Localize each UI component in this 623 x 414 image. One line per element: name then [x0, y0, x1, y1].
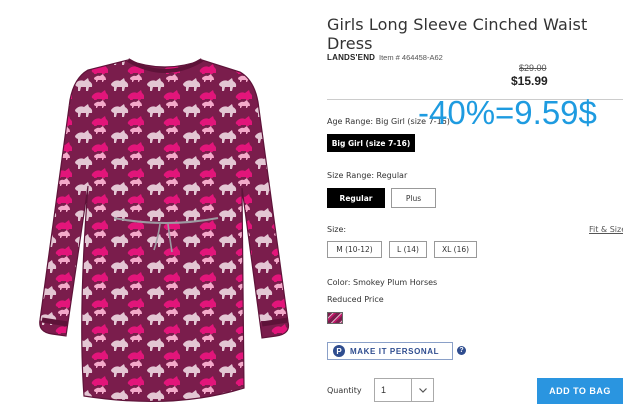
age-option-big-girl[interactable]: Big Girl (size 7-16)	[327, 134, 415, 152]
size-option-l[interactable]: L (14)	[389, 241, 427, 258]
original-price: $29.00	[519, 63, 547, 73]
chevron-down-icon[interactable]	[411, 379, 433, 401]
item-number: Item # 464458-A62	[379, 53, 443, 62]
size-range-label: Size Range: Regular	[327, 171, 408, 180]
quantity-select[interactable]: 1	[374, 378, 434, 402]
color-swatch[interactable]	[327, 312, 343, 324]
quantity-label: Quantity	[327, 386, 362, 395]
color-label: Color: Smokey Plum Horses	[327, 278, 438, 287]
fit-size-link[interactable]: Fit & Size	[589, 225, 623, 234]
personalize-label: MAKE IT PERSONAL	[350, 346, 440, 356]
quantity-value: 1	[381, 385, 387, 395]
brand-logo[interactable]: LANDS'END	[327, 53, 375, 62]
discount-overlay-text: -40%=9.59$	[418, 94, 597, 131]
size-label: Size:	[327, 225, 347, 234]
personalize-p-icon: P	[333, 345, 345, 357]
sale-price: $15.99	[511, 74, 548, 88]
product-image[interactable]	[36, 48, 294, 414]
help-icon[interactable]: ?	[457, 346, 466, 355]
size-range-plus[interactable]: Plus	[391, 188, 436, 208]
reduced-price-note: Reduced Price	[327, 295, 384, 304]
size-range-regular[interactable]: Regular	[327, 188, 385, 208]
add-to-bag-button[interactable]: ADD TO BAG	[537, 378, 623, 404]
make-it-personal-button[interactable]: P MAKE IT PERSONAL	[327, 342, 453, 360]
size-option-xl[interactable]: XL (16)	[434, 241, 477, 258]
size-option-m[interactable]: M (10-12)	[327, 241, 382, 258]
product-title: Girls Long Sleeve Cinched Waist Dress	[327, 15, 588, 53]
